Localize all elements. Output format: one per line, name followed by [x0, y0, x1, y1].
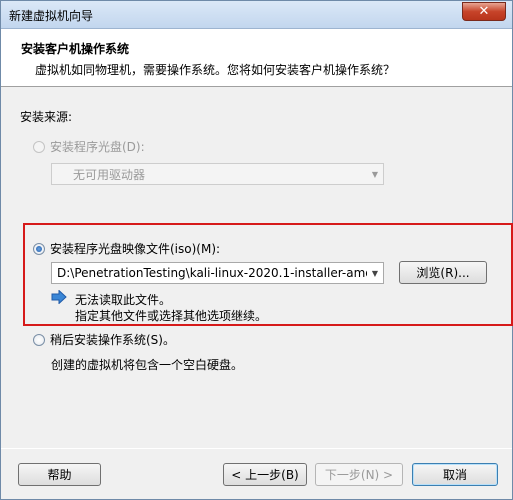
disc-radio[interactable]: [33, 140, 45, 153]
back-button[interactable]: < 上一步(B): [223, 463, 307, 486]
iso-radio-label: 安装程序光盘映像文件(iso)(M):: [50, 242, 221, 256]
wizard-header: 安装客户机操作系统 虚拟机如同物理机，需要操作系统。您将如何安装客户机操作系统？: [1, 29, 512, 87]
help-button[interactable]: 帮助: [18, 463, 101, 486]
disc-radio-label: 安装程序光盘(D):: [50, 140, 145, 154]
chevron-down-icon[interactable]: ▼: [367, 263, 383, 283]
later-radio-option[interactable]: 稍后安装操作系统(S)。: [33, 331, 175, 348]
next-button[interactable]: 下一步(N) >: [315, 463, 403, 486]
iso-radio-option[interactable]: 安装程序光盘映像文件(iso)(M):: [33, 240, 220, 257]
title-bar[interactable]: 新建虚拟机向导 ✕: [1, 1, 512, 29]
later-description: 创建的虚拟机将包含一个空白硬盘。: [51, 358, 244, 372]
close-icon: ✕: [478, 4, 490, 19]
browse-button[interactable]: 浏览(R)...: [399, 261, 487, 284]
window-title: 新建虚拟机向导: [9, 9, 94, 23]
blue-arrow-icon: [51, 290, 67, 304]
close-button[interactable]: ✕: [462, 2, 506, 21]
wizard-window: 新建虚拟机向导 ✕ 安装客户机操作系统 虚拟机如同物理机，需要操作系统。您将如何…: [0, 0, 513, 500]
cancel-button[interactable]: 取消: [412, 463, 498, 486]
later-radio-label: 稍后安装操作系统(S)。: [50, 333, 175, 347]
disc-radio-option[interactable]: 安装程序光盘(D):: [33, 138, 145, 155]
install-source-label: 安装来源:: [20, 110, 73, 124]
disc-drive-value: 无可用驱动器: [73, 167, 146, 182]
iso-path-combobox[interactable]: D:\PenetrationTesting\kali-linux-2020.1-…: [51, 262, 384, 284]
footer-divider: [1, 448, 512, 449]
page-subtitle: 虚拟机如同物理机，需要操作系统。您将如何安装客户机操作系统？: [35, 63, 396, 77]
page-title: 安装客户机操作系统: [21, 42, 130, 56]
chevron-down-icon: ▼: [367, 164, 383, 184]
disc-drive-select[interactable]: 无可用驱动器 ▼: [51, 163, 384, 185]
iso-radio[interactable]: [33, 242, 45, 255]
warning-text-line2: 指定其他文件或选择其他选项继续。: [75, 309, 268, 323]
warning-text-line1: 无法读取此文件。: [75, 293, 172, 307]
iso-path-value[interactable]: D:\PenetrationTesting\kali-linux-2020.1-…: [57, 266, 367, 280]
later-radio[interactable]: [33, 333, 45, 346]
